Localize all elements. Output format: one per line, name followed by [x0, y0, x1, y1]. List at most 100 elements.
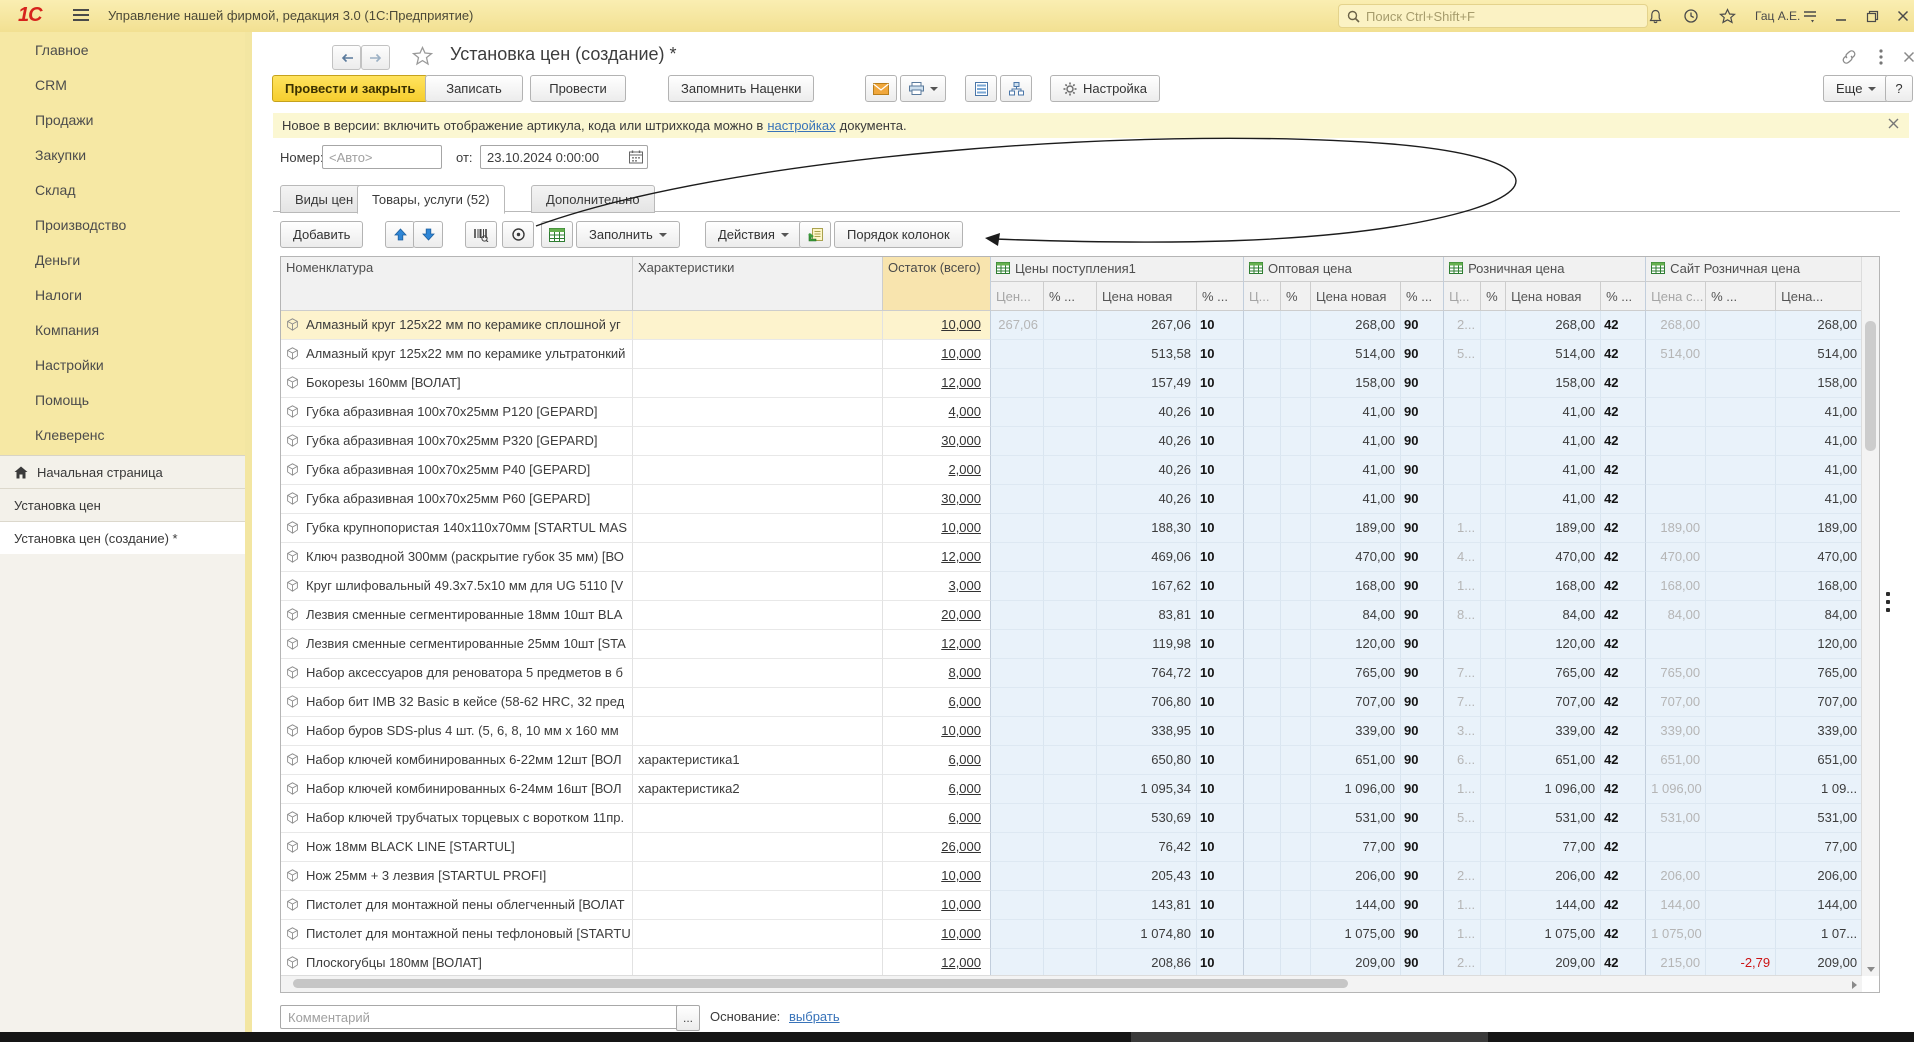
cell-percent[interactable] [1706, 572, 1776, 601]
cell-new-price[interactable]: 168,00 [1506, 572, 1601, 601]
open-window-3[interactable]: Установка цен (создание) * [0, 522, 245, 555]
cell-old-price[interactable] [1244, 456, 1281, 485]
cell-new-price[interactable]: 206,00 [1311, 862, 1401, 891]
cell-old-price[interactable]: 339,00 [1646, 717, 1706, 746]
table-row[interactable]: Пистолет для монтажной пены облегченный … [281, 891, 1862, 920]
sidebar-item-10[interactable]: Настройки [0, 347, 245, 382]
cell-old-price[interactable] [1444, 630, 1481, 659]
cell-percent[interactable] [1044, 775, 1097, 804]
cell-nomenclature[interactable]: Набор аксессуаров для реноватора 5 предм… [281, 659, 633, 688]
cell-new-price[interactable]: 514,00 [1506, 340, 1601, 369]
cell-markup-percent[interactable]: 90 [1401, 717, 1444, 746]
cell-old-price[interactable] [1244, 485, 1281, 514]
cell-old-price[interactable] [1444, 485, 1481, 514]
cell-old-price[interactable]: 1... [1444, 514, 1481, 543]
cell-nomenclature[interactable]: Алмазный круг 125х22 мм по керамике спло… [281, 311, 633, 340]
cell-old-price[interactable] [991, 514, 1044, 543]
cell-new-price[interactable]: 514,00 [1311, 340, 1401, 369]
settings-button[interactable]: Настройка [1050, 75, 1160, 102]
cell-percent[interactable] [1481, 369, 1506, 398]
cell-markup-percent[interactable]: 42 [1601, 311, 1646, 340]
cell-old-price[interactable]: 168,00 [1646, 572, 1706, 601]
cell-new-price[interactable]: 206,00 [1506, 862, 1601, 891]
cell-markup-percent[interactable]: 10 [1197, 456, 1244, 485]
cell-markup-percent[interactable]: 42 [1601, 717, 1646, 746]
cell-characteristic[interactable] [633, 456, 883, 485]
cell-nomenclature[interactable]: Губка абразивная 100х70х25мм Р60 [GEPARD… [281, 485, 633, 514]
cell-percent[interactable] [1281, 369, 1311, 398]
user-menu-icon[interactable] [1800, 7, 1820, 25]
subcol-old-price[interactable]: Ц... [1444, 282, 1481, 311]
cell-old-price[interactable]: 6... [1444, 746, 1481, 775]
cell-markup-percent[interactable]: 42 [1601, 485, 1646, 514]
cell-old-price[interactable] [1244, 427, 1281, 456]
cell-percent[interactable] [1706, 543, 1776, 572]
cell-old-price[interactable] [991, 427, 1044, 456]
cell-markup-percent[interactable]: 42 [1601, 630, 1646, 659]
cell-markup-percent[interactable]: 42 [1601, 601, 1646, 630]
cell-old-price[interactable] [1646, 833, 1706, 862]
cell-percent[interactable] [1481, 543, 1506, 572]
cell-percent[interactable] [1481, 398, 1506, 427]
cell-characteristic[interactable]: характеристика2 [633, 775, 883, 804]
cell-new-price[interactable]: 338,95 [1097, 717, 1197, 746]
subcol-percent[interactable]: % ... [1706, 282, 1776, 311]
cell-old-price[interactable] [991, 340, 1044, 369]
cell-characteristic[interactable] [633, 340, 883, 369]
close-form-icon[interactable] [1898, 48, 1914, 66]
cell-old-price[interactable]: 765,00 [1646, 659, 1706, 688]
cell-percent[interactable] [1044, 427, 1097, 456]
print-button[interactable] [900, 75, 946, 102]
cell-old-price[interactable] [1244, 891, 1281, 920]
cell-characteristic[interactable] [633, 514, 883, 543]
cell-characteristic[interactable] [633, 804, 883, 833]
cell-markup-percent[interactable]: 42 [1601, 775, 1646, 804]
cell-percent[interactable] [1706, 862, 1776, 891]
cell-old-price[interactable]: 3... [1444, 717, 1481, 746]
cell-old-price[interactable]: 2... [1444, 311, 1481, 340]
comment-more-button[interactable]: ... [676, 1005, 700, 1031]
cell-old-price[interactable] [1244, 833, 1281, 862]
cell-percent[interactable] [1044, 630, 1097, 659]
cell-new-price[interactable]: 41,00 [1776, 427, 1862, 456]
cell-markup-percent[interactable]: 42 [1601, 369, 1646, 398]
cell-stock-link[interactable]: 30,000 [883, 427, 991, 456]
cell-new-price[interactable]: 41,00 [1506, 427, 1601, 456]
cell-percent[interactable] [1481, 311, 1506, 340]
cell-new-price[interactable]: 651,00 [1311, 746, 1401, 775]
report-button[interactable] [965, 75, 997, 102]
cell-new-price[interactable]: 157,49 [1097, 369, 1197, 398]
cell-new-price[interactable]: 158,00 [1311, 369, 1401, 398]
cell-new-price[interactable]: 40,26 [1097, 427, 1197, 456]
cell-stock-link[interactable]: 10,000 [883, 891, 991, 920]
favorite-star-icon[interactable] [412, 46, 433, 66]
cell-percent[interactable] [1281, 485, 1311, 514]
table-row[interactable]: Губка абразивная 100х70х25мм Р120 [GEPAR… [281, 398, 1862, 427]
cell-new-price[interactable]: 513,58 [1097, 340, 1197, 369]
cell-percent[interactable] [1044, 369, 1097, 398]
cell-markup-percent[interactable]: 10 [1197, 572, 1244, 601]
cell-markup-percent[interactable]: 90 [1401, 514, 1444, 543]
cell-old-price[interactable]: 7... [1444, 688, 1481, 717]
cell-old-price[interactable] [1244, 514, 1281, 543]
cell-percent[interactable] [1706, 717, 1776, 746]
cell-old-price[interactable]: 206,00 [1646, 862, 1706, 891]
cell-old-price[interactable] [1244, 949, 1281, 976]
cell-new-price[interactable]: 167,62 [1097, 572, 1197, 601]
sidebar-item-11[interactable]: Помощь [0, 382, 245, 417]
subcol-percent[interactable]: % ... [1601, 282, 1646, 311]
cell-old-price[interactable]: 470,00 [1646, 543, 1706, 572]
cell-percent[interactable] [1481, 630, 1506, 659]
sidebar-item-7[interactable]: Деньги [0, 242, 245, 277]
cell-new-price[interactable]: 206,00 [1776, 862, 1862, 891]
cell-stock-link[interactable]: 10,000 [883, 311, 991, 340]
cell-new-price[interactable]: 77,00 [1311, 833, 1401, 862]
cell-percent[interactable] [1481, 920, 1506, 949]
col-header-stock-total[interactable]: Остаток (всего) [883, 257, 991, 311]
comment-field[interactable]: Комментарий [280, 1005, 681, 1029]
cell-old-price[interactable]: 267,06 [991, 311, 1044, 340]
cell-old-price[interactable] [1646, 630, 1706, 659]
cell-new-price[interactable]: 1 095,34 [1097, 775, 1197, 804]
cell-new-price[interactable]: 41,00 [1311, 398, 1401, 427]
open-window-1[interactable]: Начальная страница [0, 456, 245, 489]
